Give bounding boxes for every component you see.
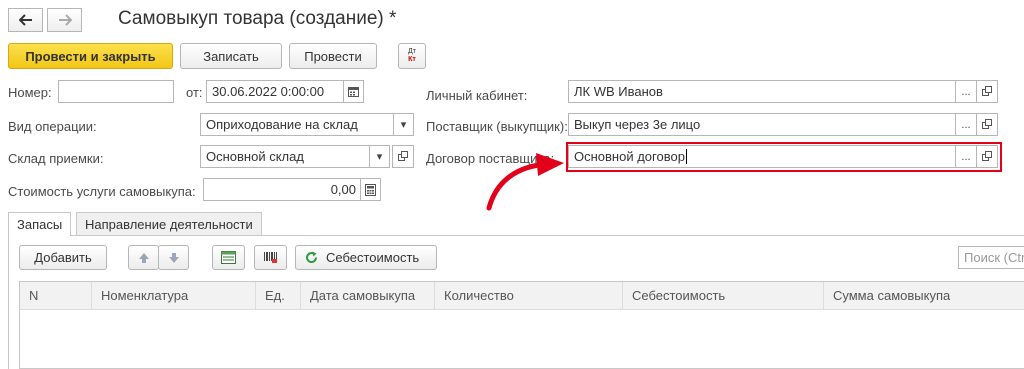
dt-kt-button[interactable]: Дт Кт: [398, 43, 426, 69]
move-down-button[interactable]: [158, 245, 189, 270]
post-button[interactable]: Провести: [289, 43, 377, 69]
add-row-button[interactable]: Добавить: [19, 245, 107, 270]
arrow-right-icon: [58, 14, 72, 26]
tab-stock[interactable]: Запасы: [8, 212, 72, 236]
date-label: от:: [186, 85, 203, 100]
save-button[interactable]: Записать: [180, 43, 282, 69]
column-header-nomenclature[interactable]: Номенклатура: [91, 282, 188, 309]
tab-activity-direction[interactable]: Направление деятельности: [76, 212, 262, 236]
calculator-button[interactable]: [360, 178, 381, 201]
cabinet-open-button[interactable]: [976, 80, 998, 103]
kt-label: Кт: [408, 56, 416, 63]
cost-price-label: Себестоимость: [326, 250, 420, 265]
post-and-close-button[interactable]: Провести и закрыть: [8, 43, 173, 69]
number-input[interactable]: [58, 80, 174, 103]
arrow-left-icon: [18, 14, 32, 26]
cabinet-select-button[interactable]: ...: [955, 80, 977, 103]
calculator-icon: [365, 183, 376, 196]
calendar-icon: [348, 87, 359, 97]
tab-divider: [8, 235, 1024, 236]
cost-price-button[interactable]: Себестоимость: [295, 245, 437, 270]
column-header-purchase-date[interactable]: Дата самовыкупа: [300, 282, 415, 309]
supplier-select-button[interactable]: ...: [955, 113, 977, 136]
open-link-icon: [981, 86, 992, 96]
supplier-label: Поставщик (выкупщик):: [426, 119, 568, 134]
move-up-button[interactable]: [128, 245, 159, 270]
page-title: Самовыкуп товара (создание) *: [118, 8, 397, 29]
number-label: Номер:: [8, 85, 52, 100]
barcode-icon: [264, 252, 277, 263]
arrow-up-icon: [138, 252, 149, 263]
warehouse-dropdown-button[interactable]: ▾: [369, 145, 390, 168]
open-link-icon: [981, 151, 992, 161]
supplier-input[interactable]: Выкуп через 3е лицо: [568, 113, 956, 136]
date-input[interactable]: 30.06.2022 0:00:00: [206, 80, 344, 103]
items-table: N Номенклатура Ед. Дата самовыкупа Колич…: [19, 281, 1024, 369]
fill-button[interactable]: [212, 245, 245, 270]
search-input[interactable]: Поиск (Ctrl+F): [958, 246, 1024, 269]
forward-button[interactable]: [47, 8, 82, 32]
contract-input[interactable]: Основной договор: [568, 145, 956, 168]
text-cursor: [685, 149, 687, 164]
cost-input[interactable]: 0,00: [203, 178, 361, 201]
column-header-purchase-sum[interactable]: Сумма самовыкупа: [823, 282, 950, 309]
open-link-icon: [397, 151, 408, 161]
cabinet-label: Личный кабинет:: [426, 88, 528, 103]
contract-value: Основной договор: [574, 149, 685, 164]
warehouse-open-button[interactable]: [392, 145, 414, 168]
cabinet-input[interactable]: ЛК WB Иванов: [568, 80, 956, 103]
column-header-quantity[interactable]: Количество: [434, 282, 514, 309]
operation-dropdown-button[interactable]: ▾: [393, 113, 414, 136]
table-header: N Номенклатура Ед. Дата самовыкупа Колич…: [20, 282, 1024, 310]
contract-select-button[interactable]: ...: [955, 145, 977, 168]
supplier-open-button[interactable]: [976, 113, 998, 136]
column-header-n[interactable]: N: [20, 282, 38, 309]
warehouse-select[interactable]: Основной склад: [200, 145, 370, 168]
tab-panel-border: [8, 235, 9, 369]
refresh-icon: [306, 251, 318, 264]
column-header-unit[interactable]: Ед.: [255, 282, 285, 309]
back-button[interactable]: [8, 8, 43, 32]
operation-label: Вид операции:: [8, 119, 97, 134]
arrow-down-icon: [168, 252, 179, 263]
open-link-icon: [981, 119, 992, 129]
cost-label: Стоимость услуги самовыкупа:: [8, 184, 196, 199]
annotation-arrow-icon: [486, 153, 564, 211]
dt-label: Дт: [408, 48, 416, 55]
barcode-button[interactable]: [254, 245, 287, 270]
operation-select[interactable]: Оприходование на склад: [200, 113, 394, 136]
warehouse-label: Склад приемки:: [8, 151, 104, 166]
calendar-button[interactable]: [343, 80, 364, 103]
column-header-cost-price[interactable]: Себестоимость: [622, 282, 725, 309]
contract-open-button[interactable]: [976, 145, 998, 168]
table-fill-icon: [221, 251, 236, 264]
